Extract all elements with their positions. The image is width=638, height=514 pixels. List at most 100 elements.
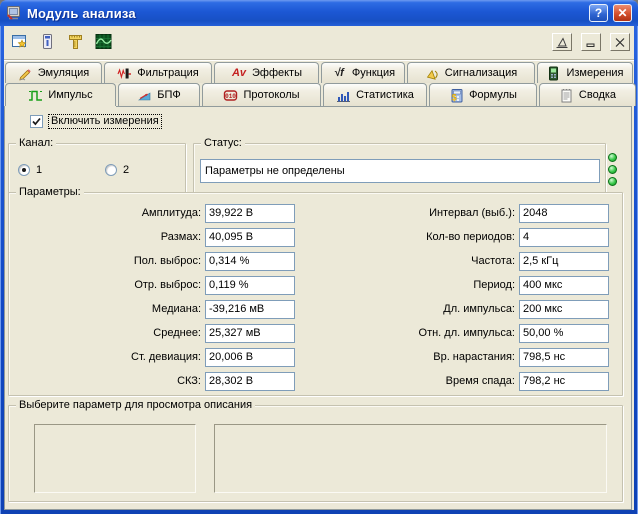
stats-icon [336,88,351,103]
tab-pulse[interactable]: Импульс [5,83,116,106]
report-icon [559,88,574,103]
tab-measurements[interactable]: Измерения [537,62,633,83]
chart-preview-button[interactable] [552,33,572,51]
tab-emulation[interactable]: Эмуляция [5,62,102,83]
rise-time-field[interactable]: 798,5 нс [519,348,609,367]
parameters-group-title: Параметры: [16,185,84,199]
svg-text:010: 010 [226,93,237,100]
status-group: Статус: Параметры не определены [193,143,606,193]
fall-time-field[interactable]: 798,2 нс [519,372,609,391]
period-count-field[interactable]: 4 [519,228,609,247]
channel-2-radio[interactable]: 2 [105,164,129,176]
checkbox-label: Включить измерения [48,114,162,129]
channel-1-radio[interactable]: 1 [18,164,42,176]
meter-icon [546,66,561,81]
tab-label: Сигнализация [445,67,517,79]
titlebar[interactable]: Модуль анализа ? ✕ [0,0,638,26]
tab-label: Формулы [469,89,517,101]
param-label: Амплитуда: [9,204,205,223]
radio-icon[interactable] [18,164,30,176]
tab-statistics[interactable]: Статистика [323,83,427,106]
minimize-button[interactable] [581,33,601,51]
param-label: Среднее: [9,324,205,343]
status-group-title: Статус: [201,136,245,150]
tab-strip: Эмуляция Фильтрация Av Эффекты √f Функци… [5,62,633,106]
param-label: Размах: [9,228,205,247]
param-label: Отр. выброс: [9,276,205,295]
oscilloscope-icon[interactable] [93,30,113,52]
formulas-icon: $ [449,88,464,103]
param-label: Кол-во периодов: [205,228,519,247]
param-label: Отн. дл. импульса: [205,324,519,343]
interval-field[interactable]: 2048 [519,204,609,223]
param-label: Ст. девиация: [9,348,205,367]
param-label: Медиана: [9,300,205,319]
status-message-field[interactable]: Параметры не определены [200,159,600,183]
window-star-icon[interactable] [9,30,29,52]
param-label: Частота: [205,252,519,271]
tab-label: Измерения [566,67,623,79]
tab-formulas[interactable]: $ Формулы [429,83,537,106]
led-icon [608,165,617,174]
period-field[interactable]: 400 мкс [519,276,609,295]
function-icon: √f [331,66,347,81]
tab-filtration[interactable]: Фильтрация [104,62,212,83]
filter-icon [117,66,132,81]
tab-fft[interactable]: БПФ [118,83,200,106]
tab-label: БПФ [157,89,181,101]
description-param-panel[interactable] [34,424,196,493]
tab-protocols[interactable]: 010 Протоколы [202,83,321,106]
param-label: СКЗ: [9,372,205,391]
device-info-icon[interactable] [37,30,57,52]
param-label: Дл. импульса: [205,300,519,319]
param-label: Вр. нарастания: [205,348,519,367]
tab-label: Импульс [48,89,92,101]
pulse-tab-page: Включить измерения Канал: 1 2 Статус: Па… [4,106,632,510]
param-label: Период: [205,276,519,295]
tab-effects[interactable]: Av Эффекты [214,62,319,83]
duty-cycle-field[interactable]: 50,00 % [519,324,609,343]
fft-icon [137,88,152,103]
pulse-width-field[interactable]: 200 мкс [519,300,609,319]
param-label: Пол. выброс: [9,252,205,271]
parameters-group: Параметры: Амплитуда:39,922 В Размах:40,… [8,192,623,396]
protocols-icon: 010 [223,88,238,103]
svg-text:$: $ [452,92,457,102]
analysis-module-window: Модуль анализа ? ✕ [0,0,638,514]
description-group: Выберите параметр для просмотра описания [8,405,623,502]
enable-measurements-checkbox[interactable]: Включить измерения [30,114,162,129]
led-icon [608,153,617,162]
radio-label: 1 [36,164,42,176]
tab-function[interactable]: √f Функция [321,62,405,83]
ruler-icon[interactable] [65,30,85,52]
tab-label: Эмуляция [38,67,90,79]
checkbox-box[interactable] [30,115,43,128]
description-text-panel[interactable] [214,424,607,493]
client-area: Эмуляция Фильтрация Av Эффекты √f Функци… [4,26,634,510]
radio-icon[interactable] [105,164,117,176]
window-title: Модуль анализа [27,6,584,21]
toolbar [4,26,634,60]
pulse-icon [28,88,43,103]
status-led-stack [608,153,617,186]
tab-label: Статистика [356,89,414,101]
tab-alarms[interactable]: Сигнализация [407,62,535,83]
tab-label: Функция [352,67,395,79]
app-icon [6,5,22,21]
effects-icon: Av [231,66,247,81]
led-icon [608,177,617,186]
emulation-icon [18,66,33,81]
check-icon [32,117,41,126]
alarm-icon [425,66,440,81]
close-panel-button[interactable] [610,33,630,51]
close-button[interactable]: ✕ [613,4,632,22]
tab-label: Эффекты [252,67,302,79]
description-group-title: Выберите параметр для просмотра описания [16,398,255,412]
tab-label: Фильтрация [137,67,198,79]
radio-label: 2 [123,164,129,176]
tab-summary[interactable]: Сводка [539,83,636,106]
channel-group-title: Канал: [16,136,56,150]
frequency-field[interactable]: 2,5 кГц [519,252,609,271]
param-label: Время спада: [205,372,519,391]
help-button[interactable]: ? [589,4,608,22]
